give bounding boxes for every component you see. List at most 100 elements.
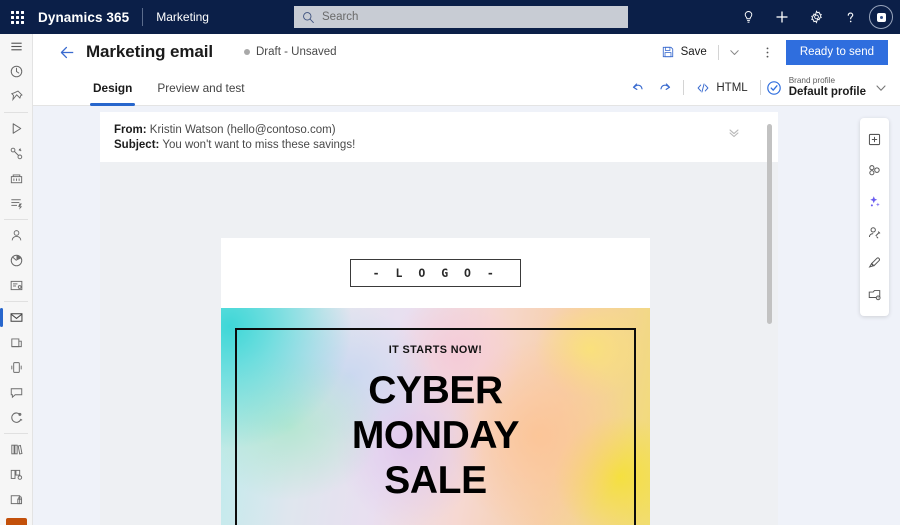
collapse-header-button[interactable] <box>723 123 745 143</box>
right-tool-panel <box>860 118 889 316</box>
hero-kicker: IT STARTS NOW! <box>388 344 483 356</box>
sidebar-item-marketing-forms[interactable] <box>0 273 33 298</box>
contact-icon <box>11 230 22 241</box>
styles-button[interactable] <box>860 248 889 279</box>
chevron-down-icon <box>730 49 739 55</box>
page-icon <box>11 338 22 348</box>
sidebar-item-events[interactable] <box>0 166 33 191</box>
email-hero-banner[interactable]: IT STARTS NOW! CYBER MONDAY SALE <box>221 308 650 525</box>
sidebar-item-contacts[interactable] <box>0 223 33 248</box>
email-logo-block[interactable]: - L O G O - <box>221 238 650 308</box>
sidebar-item-assets[interactable] <box>0 487 33 512</box>
chevron-double-down-icon <box>729 129 739 138</box>
settings-panel-button[interactable] <box>860 279 889 310</box>
page-title: Marketing email <box>86 42 213 61</box>
sidebar-item-pinned[interactable] <box>0 84 33 109</box>
sidebar-item-push-notifications[interactable] <box>0 380 33 405</box>
email-subject-line: Subject: You won't want to miss these sa… <box>114 138 778 153</box>
top-right-actions <box>731 0 900 34</box>
undo-button[interactable] <box>624 74 651 101</box>
sidebar-item-templates[interactable] <box>0 462 33 487</box>
chat-icon <box>10 388 23 399</box>
more-commands-button[interactable] <box>757 38 779 66</box>
command-divider <box>717 44 719 60</box>
save-button[interactable]: Save <box>655 38 713 66</box>
sidebar-item-social-posts[interactable] <box>0 405 33 430</box>
sidebar-item-journeys[interactable] <box>0 141 33 166</box>
html-button[interactable]: HTML <box>689 74 754 101</box>
app-name-label[interactable]: Marketing <box>156 10 209 24</box>
settings-panel-icon <box>868 290 881 301</box>
search-box[interactable] <box>294 6 628 28</box>
undo-icon <box>632 82 643 90</box>
editor-scrollbar[interactable] <box>767 124 772 519</box>
sidebar-item-marketing-pages[interactable] <box>0 330 33 355</box>
email-from-label: From: <box>114 124 147 136</box>
hero-text-block: IT STARTS NOW! CYBER MONDAY SALE <box>221 344 650 503</box>
add-element-icon <box>868 133 881 146</box>
recent-icon <box>10 65 23 78</box>
email-icon <box>10 313 23 322</box>
left-navigation-rail: RM <box>0 34 33 525</box>
social-icon <box>11 412 23 423</box>
status-label: Draft - Unsaved <box>256 46 337 58</box>
sidebar-user-avatar[interactable]: RM <box>0 516 33 525</box>
layouts-icon <box>869 165 880 176</box>
avatar-initials: RM <box>6 518 27 525</box>
email-subject-value[interactable]: You won't want to miss these savings! <box>162 139 355 151</box>
back-button[interactable] <box>51 36 83 68</box>
templates-icon <box>10 469 23 480</box>
rail-divider <box>4 301 28 302</box>
email-body-scroll-area[interactable]: - L O G O - IT STARTS NOW! CYBER MONDAY … <box>100 162 778 525</box>
redo-button[interactable] <box>651 74 678 101</box>
email-from-line: From: Kristin Watson (hello@contoso.com) <box>114 123 778 138</box>
command-bar-actions: Save Ready to send <box>655 38 900 66</box>
pin-icon <box>10 90 23 102</box>
search-input[interactable] <box>322 11 620 23</box>
ai-assist-button[interactable] <box>860 186 889 217</box>
tab-preview-and-test[interactable]: Preview and test <box>150 70 251 106</box>
elements-button[interactable] <box>860 124 889 155</box>
gear-icon[interactable] <box>799 0 833 34</box>
save-options-button[interactable] <box>724 38 746 66</box>
email-from-value[interactable]: Kristin Watson (hello@contoso.com) <box>150 124 336 136</box>
user-avatar[interactable] <box>869 5 893 29</box>
layouts-button[interactable] <box>860 155 889 186</box>
brand-label[interactable]: Dynamics 365 <box>38 10 129 25</box>
sidebar-item-customer-journeys[interactable] <box>0 116 33 141</box>
brand-profile-caption: Brand profile <box>788 75 836 85</box>
rail-divider <box>4 112 28 113</box>
status-dot-icon <box>244 49 250 55</box>
email-header-card: From: Kristin Watson (hello@contoso.com)… <box>100 112 778 162</box>
scrollbar-thumb[interactable] <box>767 124 772 324</box>
lightbulb-icon[interactable] <box>731 0 765 34</box>
ready-to-send-button[interactable]: Ready to send <box>785 39 888 65</box>
rail-divider <box>4 433 28 434</box>
brand-profile-selector[interactable]: Brand profile Default profile <box>766 73 887 103</box>
personalization-button[interactable] <box>860 217 889 248</box>
hero-line-2: MONDAY <box>351 414 520 457</box>
tab-design[interactable]: Design <box>86 70 139 106</box>
app-launcher-icon[interactable] <box>0 0 34 34</box>
sidebar-item-workflows[interactable] <box>0 191 33 216</box>
question-icon[interactable] <box>833 0 867 34</box>
brand-profile-text: Brand profile Default profile <box>788 75 866 99</box>
chevron-down-icon <box>876 84 886 91</box>
play-icon <box>12 123 22 134</box>
sidebar-item-hamburger[interactable] <box>0 34 33 59</box>
sidebar-item-content-library[interactable] <box>0 437 33 462</box>
plus-icon[interactable] <box>765 0 799 34</box>
ai-assist-icon <box>870 196 880 207</box>
sidebar-item-marketing-emails[interactable] <box>0 305 33 330</box>
sidebar-item-segments[interactable] <box>0 248 33 273</box>
arrow-left-icon <box>60 46 73 58</box>
command-bar: Marketing email Draft - Unsaved Save Rea… <box>33 34 900 70</box>
brand-check-icon <box>766 80 781 95</box>
logo-placeholder: - L O G O - <box>349 259 522 287</box>
personalization-icon <box>868 227 881 239</box>
status-badge: Draft - Unsaved <box>244 46 337 58</box>
sidebar-item-recent[interactable] <box>0 59 33 84</box>
library-icon <box>11 444 23 455</box>
sidebar-item-text-messages[interactable] <box>0 355 33 380</box>
save-label: Save <box>680 46 707 58</box>
